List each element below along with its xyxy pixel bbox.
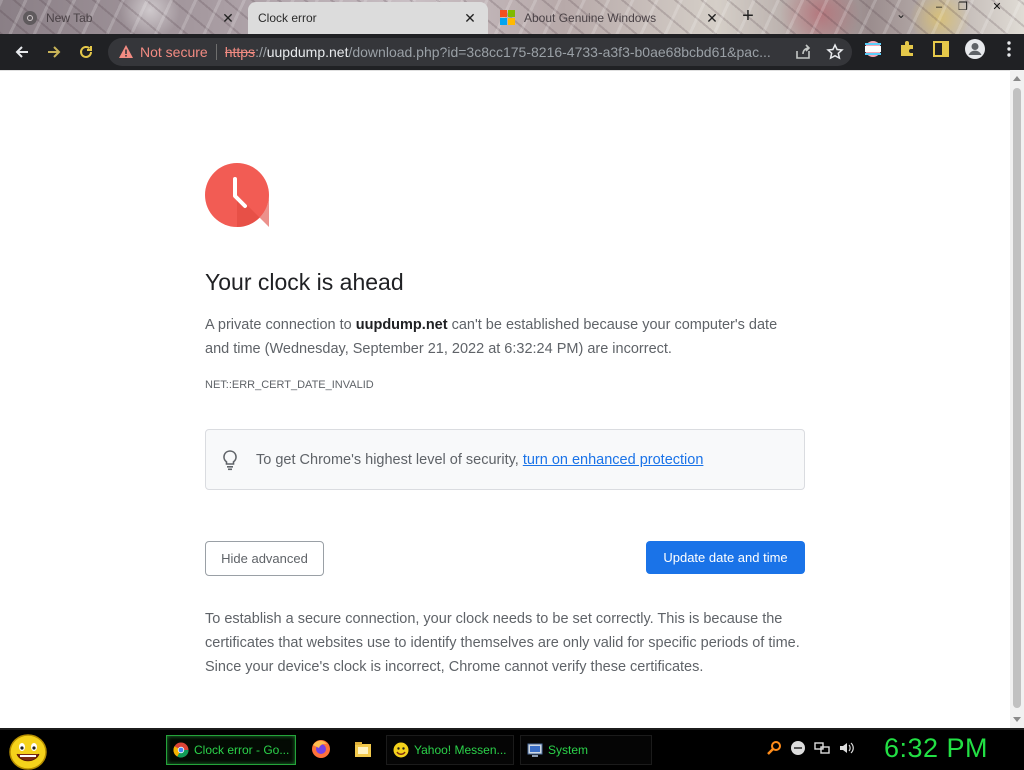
back-button[interactable] [6,36,38,68]
taskbar-item-system[interactable]: System [520,735,652,765]
warning-triangle-icon[interactable] [118,44,134,60]
taskbar-item-yahoo-messenger[interactable]: Yahoo! Messen... [386,735,514,765]
extension-flag-icon[interactable] [862,38,884,60]
circle-minus-icon [791,741,805,755]
toolbar-extensions [862,38,1020,60]
tab-new-tab[interactable]: New Tab ✕ [12,2,246,34]
scroll-down-arrow-icon[interactable] [1013,717,1021,722]
speaker-icon [840,742,854,754]
forward-button[interactable] [38,36,70,68]
side-panel-icon[interactable] [930,38,952,60]
scroll-thumb[interactable] [1013,88,1021,708]
avatar-icon [965,39,985,59]
profile-avatar-icon[interactable] [964,38,986,60]
trans-flag-icon [865,41,881,57]
close-tab-icon[interactable]: ✕ [704,10,720,26]
yahoo-messenger-icon [393,742,409,758]
clock-error-icon [205,163,269,227]
reload-button[interactable] [70,36,102,68]
description-prefix: A private connection to [205,317,356,333]
browser-toolbar: Not secure https://uupdump.net/download.… [0,34,1024,70]
description-host: uupdump.net [355,317,448,333]
close-tab-icon[interactable]: ✕ [462,10,478,26]
file-manager-icon[interactable] [352,738,374,760]
search-icon[interactable] [766,740,782,756]
tab-about-genuine-windows[interactable]: About Genuine Windows ✕ [490,2,730,34]
url-text[interactable]: https://uupdump.net/download.php?id=3c8c… [225,44,785,60]
error-code[interactable]: NET::ERR_CERT_DATE_INVALID [205,379,374,391]
error-page: Your clock is ahead A private connection… [0,70,1010,728]
url-scheme: https [224,44,256,60]
tip-text: To get Chrome's highest level of securit… [256,451,519,468]
microsoft-icon [500,10,515,25]
page-scrollbar[interactable] [1010,70,1024,728]
enhanced-protection-tip: To get Chrome's highest level of securit… [205,429,805,490]
panel-icon [933,41,949,57]
reload-icon [80,45,92,58]
chrome-icon [173,742,189,758]
tray-status-icon[interactable] [790,740,806,756]
tab-strip: New Tab ✕ Clock error ✕ About Genuine Wi… [0,0,1024,34]
taskbar-item-label: System [548,743,589,757]
new-tab-button[interactable]: + [738,6,758,27]
tab-title: About Genuine Windows [524,11,657,25]
scroll-up-arrow-icon[interactable] [1013,76,1021,81]
url-path: /download.php?id=3c8cc175-8216-4733-a3f3… [348,44,771,60]
hide-advanced-button[interactable]: Hide advanced [205,541,324,576]
system-icon [527,743,543,757]
kebab-icon [1007,41,1011,57]
back-arrow-icon [15,46,28,58]
close-tab-icon[interactable]: ✕ [220,10,236,26]
update-date-time-button[interactable]: Update date and time [646,541,805,574]
page-title: Your clock is ahead [205,269,404,295]
error-description: A private connection to uupdump.net can'… [205,313,805,361]
close-window-button[interactable]: ✕ [986,0,1008,16]
url-separator: :// [255,44,267,60]
menu-kebab-icon[interactable] [998,38,1020,60]
enhanced-protection-link[interactable]: turn on enhanced protection [523,452,704,468]
network-monitor-icon [814,742,830,754]
magnifier-icon [767,741,781,755]
address-bar[interactable]: Not secure https://uupdump.net/download.… [108,38,852,66]
bookmark-star-icon[interactable] [826,43,844,61]
tab-search-chevron-icon[interactable]: ⌄ [896,7,906,21]
taskbar-item-chrome[interactable]: Clock error - Go... [166,735,296,765]
omnibox-divider [215,44,217,60]
restore-button[interactable]: ❐ [952,0,974,16]
taskbar-item-label: Clock error - Go... [194,743,290,757]
tab-clock-error[interactable]: Clock error ✕ [248,2,488,34]
tab-title: New Tab [46,11,93,25]
taskbar: Clock error - Go... Yahoo! Messen... Sys… [0,728,1024,770]
system-tray [766,740,854,756]
volume-icon[interactable] [838,740,854,756]
extensions-puzzle-icon[interactable] [896,38,918,60]
puzzle-icon [901,41,913,56]
lightbulb-icon [223,449,237,470]
chrome-icon [23,11,37,25]
minimize-button[interactable]: – [928,0,950,16]
start-smiley-icon[interactable] [8,732,48,770]
advanced-explanation: To establish a secure connection, your c… [205,611,800,675]
share-icon[interactable] [794,43,812,61]
taskbar-clock[interactable]: 6:32 PM [884,733,988,764]
url-host: uupdump.net [266,44,349,60]
not-secure-label[interactable]: Not secure [140,44,208,60]
network-icon[interactable] [814,740,830,756]
firefox-icon[interactable] [310,738,332,760]
forward-arrow-icon [48,46,61,58]
tab-title: Clock error [258,11,317,25]
taskbar-item-label: Yahoo! Messen... [414,743,507,757]
